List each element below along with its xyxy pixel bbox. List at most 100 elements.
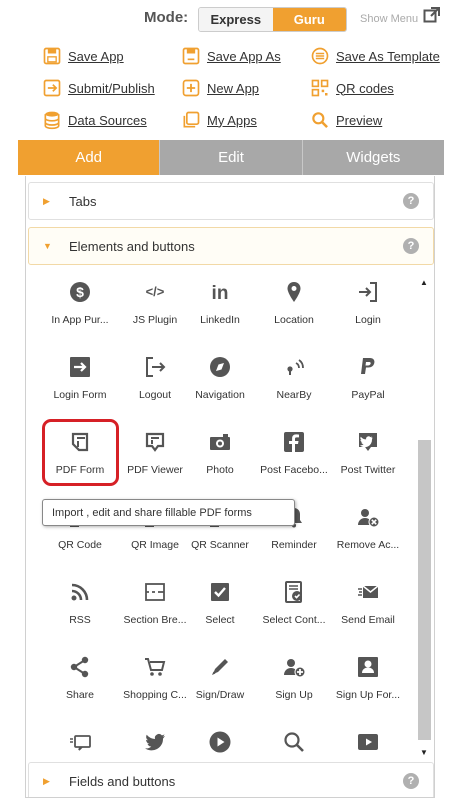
menu-link-label: Submit/Publish [68,80,155,96]
sign-up-form-icon [355,654,381,680]
menu-link-label: Save As Template [336,48,440,64]
help-icon[interactable]: ? [403,193,419,209]
menu-link-qr[interactable]: QR codes [310,78,394,98]
menu-link-new-app[interactable]: New App [181,78,259,98]
linkedin-icon: in [207,279,233,305]
menu-link-label: New App [207,80,260,96]
scroll-up-icon[interactable]: ▲ [413,276,434,288]
menu-link-label: Save App [68,48,124,64]
login-form-icon [67,354,93,380]
paypal-icon [355,354,381,380]
tab-edit[interactable]: Edit [159,140,302,175]
template-icon [311,47,329,65]
element-label: Photo [206,464,234,476]
element-label: Login Form [53,389,107,401]
element-tile[interactable]: Remove Ac... [330,498,406,562]
element-tile[interactable]: RSS [42,573,118,637]
element-tile[interactable]: $ In App Pur... [42,276,118,337]
section-tabs[interactable]: ▶ Tabs ? [28,182,434,220]
save-as-icon [182,47,200,65]
my-apps-icon [183,111,200,128]
scroll-thumb[interactable] [418,440,431,740]
element-label: Post Facebo... [260,464,328,476]
element-tile[interactable]: Select [182,573,258,637]
submit-icon [43,79,61,97]
menu-link-search[interactable]: Preview [310,110,382,130]
help-icon[interactable]: ? [403,773,419,789]
grid-scrollbar[interactable]: ▲ ▼ [413,276,434,758]
element-tile[interactable]: Location [256,276,332,337]
element-tile[interactable] [330,723,406,754]
menu-link-save-as[interactable]: Save App As [181,46,281,66]
menu-link-save[interactable]: Save App [42,46,124,66]
element-label: In App Pur... [51,314,109,326]
element-tile[interactable] [182,723,258,754]
collapsed-arrow-icon: ▶ [43,195,50,206]
svg-text:in: in [212,283,229,304]
menu-link-my-apps[interactable]: My Apps [181,110,257,130]
element-tile[interactable]: Post Twitter [330,423,406,487]
menu-link-template[interactable]: Save As Template [310,46,440,66]
section-title: Elements and buttons [69,238,195,254]
element-tile[interactable]: Post Facebo... [256,423,332,487]
section-fields-and-buttons[interactable]: ▶ Fields and buttons ? [28,762,434,797]
tab-add[interactable]: Add [18,140,160,175]
scroll-down-icon[interactable]: ▼ [413,746,434,758]
new-app-icon [182,79,200,97]
element-tile[interactable]: in LinkedIn [182,276,258,337]
save-icon [43,47,61,65]
element-tile[interactable]: Photo [182,423,258,487]
mode-guru-button[interactable]: Guru [272,8,346,31]
chat-icon [67,729,93,754]
select-contact-icon [281,579,307,605]
section-break-icon [142,579,168,605]
collapsed-arrow-icon: ▶ [43,775,50,786]
element-tile[interactable]: Sign/Draw [182,648,258,712]
checkbox-icon [207,579,233,605]
mode-label: Mode: [144,9,189,26]
element-tile[interactable]: NearBy [256,348,332,412]
menu-link-label: Data Sources [68,112,147,128]
element-tile[interactable] [42,723,118,754]
panel-tabs: Add Edit Widgets [18,140,444,175]
mode-toggle[interactable]: Express Guru [198,7,347,32]
section-elements-and-buttons[interactable]: ▼ Elements and buttons ? [28,227,434,265]
svg-text:</>: </> [146,284,165,299]
facebook-icon [281,429,307,455]
show-menu-link[interactable]: Show Menu [360,13,418,25]
element-tile[interactable]: Login Form [42,348,118,412]
external-link-icon[interactable] [423,6,441,24]
rss-icon [67,579,93,605]
element-tile[interactable]: Send Email [330,573,406,637]
help-icon[interactable]: ? [403,238,419,254]
qr-icon [311,79,329,97]
cart-icon [142,654,168,680]
element-tile[interactable]: Sign Up [256,648,332,712]
element-label: Sign/Draw [195,689,245,701]
element-tile[interactable]: Sign Up For... [330,648,406,712]
menu-link-submit[interactable]: Submit/Publish [42,78,155,98]
mode-express-button[interactable]: Express [199,8,273,31]
element-tile[interactable]: Select Cont... [256,573,332,637]
element-tile[interactable] [256,723,332,754]
expanded-arrow-icon: ▼ [43,241,52,251]
element-label: Location [274,314,314,326]
menu-link-label: Save App As [207,48,281,64]
element-tile[interactable]: Share [42,648,118,712]
tab-widgets[interactable]: Widgets [301,140,444,175]
magnifier-icon [281,729,307,754]
menu-link-database[interactable]: Data Sources [42,110,147,130]
code-icon: </> [142,279,168,305]
element-label: Sign Up For... [335,689,401,701]
element-tile[interactable]: PayPal [330,348,406,412]
element-label: Select Cont... [262,614,326,626]
element-label: Reminder [271,539,317,551]
twitter-icon [142,729,168,754]
element-tile[interactable]: Login [330,276,406,337]
map-pin-icon [281,279,307,305]
element-label: NearBy [276,389,312,401]
element-tile[interactable]: Navigation [182,348,258,412]
menu-link-label: QR codes [336,80,394,96]
tooltip: Import , edit and share fillable PDF for… [42,499,295,526]
element-label: Share [65,689,95,701]
